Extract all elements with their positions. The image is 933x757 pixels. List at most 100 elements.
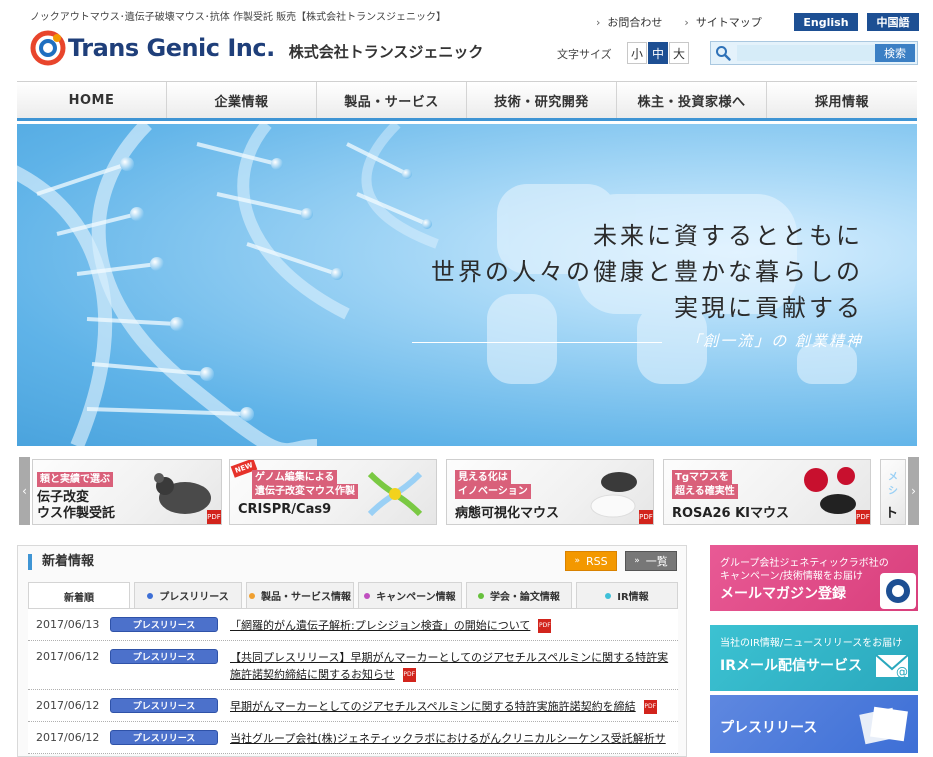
- font-size-medium-button[interactable]: 中: [648, 42, 668, 64]
- news-text: 当社グループ会社(株)ジェネティックラボにおけるがんクリニカルシーケンス受託解析…: [230, 732, 666, 745]
- hero-banner: 未来に資するとともに 世界の人々の健康と豊かな暮らしの 実現に貢献する 「創一流…: [17, 124, 917, 446]
- tab-label: 学会・論文情報: [489, 592, 560, 603]
- news-date: 2017/06/12: [36, 650, 100, 663]
- rose-mouse-icon: [804, 467, 856, 514]
- news-date: 2017/06/12: [36, 731, 100, 744]
- banner-subtitle-2: シ: [888, 486, 898, 497]
- nav-home[interactable]: HOME: [17, 82, 167, 118]
- double-chevron-icon: »: [634, 556, 640, 566]
- banner-visualization-mouse[interactable]: 見える化は イノベーション 病態可視化マウス PDF: [446, 459, 654, 525]
- pdf-icon: PDF: [402, 668, 416, 682]
- search-button[interactable]: 検索: [875, 44, 915, 62]
- pdf-icon: PDF: [643, 700, 657, 714]
- banner-title: ROSA26 KIマウス: [672, 506, 790, 521]
- side-banner-press-release[interactable]: プレスリリース: [710, 695, 918, 753]
- hero-line-3: 実現に貢献する: [674, 294, 863, 322]
- news-list: 2017/06/13 プレスリリース 「網羅的がん遺伝子解析:プレシジョン検査」…: [28, 608, 678, 754]
- news-link[interactable]: 「網羅的がん遺伝子解析:プレシジョン検査」の開始について PDF: [230, 617, 670, 634]
- company-logo[interactable]: Trans Genic Inc. 株式会社トランスジェニック: [30, 30, 483, 66]
- banner-title: CRISPR/Cas9: [238, 502, 332, 517]
- news-text: 早期がんマーカーとしてのジアセチルスペルミンに関する特許実施許諾契約を締結: [230, 700, 636, 713]
- hero-motto: 「創一流」の 創業精神: [686, 332, 863, 350]
- news-tabs: 新着順 プレスリリース 製品・サービス情報 キャンペーン情報 学会・論文情報 I…: [28, 582, 678, 609]
- banner-subtitle-2: イノベーション: [455, 484, 531, 499]
- tab-campaign[interactable]: キャンペーン情報: [357, 582, 462, 608]
- banner-partial[interactable]: メ シ ト: [880, 459, 906, 525]
- tab-conference[interactable]: 学会・論文情報: [465, 582, 572, 608]
- banner-subtitle-1: ゲノム編集による: [252, 470, 338, 485]
- nav-investors[interactable]: 株主・投資家様へ: [617, 82, 767, 118]
- hero-line-2: 世界の人々の健康と豊かな暮らしの: [431, 258, 863, 286]
- carousel-next-button[interactable]: ›: [908, 457, 919, 525]
- banner-subtitle-2: 遺伝子改変マウス作製: [252, 484, 358, 499]
- font-size-small-button[interactable]: 小: [627, 42, 647, 64]
- rss-button[interactable]: » RSS: [565, 551, 617, 571]
- purple-dot-icon: [364, 592, 371, 599]
- banner-subtitle-1: メ: [888, 472, 898, 483]
- font-size-large-button[interactable]: 大: [669, 42, 689, 64]
- mail-icon: @: [875, 654, 909, 679]
- double-chevron-icon: »: [574, 556, 580, 566]
- mouse-photo-icon: [590, 472, 637, 518]
- logo-text-jp: 株式会社トランスジェニック: [288, 42, 484, 61]
- nav-research[interactable]: 技術・研究開発: [467, 82, 617, 118]
- search-input[interactable]: [737, 45, 883, 61]
- news-text: 「網羅的がん遺伝子解析:プレシジョン検査」の開始について: [230, 619, 531, 632]
- orange-dot-icon: [248, 592, 255, 599]
- category-badge: プレスリリース: [110, 649, 218, 664]
- banner-knockout-mouse[interactable]: 頼と実績で選ぶ 伝子改変 ウス作製受託 PDF: [32, 459, 222, 525]
- list-item: 2017/06/13 プレスリリース 「網羅的がん遺伝子解析:プレシジョン検査」…: [28, 609, 678, 641]
- chinese-button[interactable]: 中国語: [867, 13, 919, 31]
- pdf-icon: PDF: [639, 510, 653, 524]
- banner-subtitle-1: Tgマウスを: [672, 470, 732, 485]
- hero-line-1: 未来に資するとともに: [593, 222, 863, 250]
- banner-rosa26[interactable]: Tgマウスを 超える確実性 ROSA26 KIマウス PDF: [663, 459, 871, 525]
- nav-company[interactable]: 企業情報: [167, 82, 317, 118]
- side-banner-title: IRメール配信サービス: [720, 658, 862, 674]
- english-button[interactable]: English: [794, 13, 858, 31]
- list-item: 2017/06/12 プレスリリース 当社グループ会社(株)ジェネティックラボに…: [28, 722, 678, 754]
- banner-crispr[interactable]: NEW ゲノム編集による 遺伝子改変マウス作製 CRISPR/Cas9: [229, 459, 437, 525]
- genetic-lab-logo-icon: [880, 573, 916, 609]
- banner-subtitle: 頼と実績で選ぶ: [37, 472, 113, 487]
- search-box: 検索: [710, 41, 918, 65]
- category-badge: プレスリリース: [110, 617, 218, 632]
- news-link[interactable]: 【共同プレスリリース】早期がんマーカーとしてのジアセチルスペルミンに関する特許実…: [230, 649, 670, 683]
- news-date: 2017/06/13: [36, 618, 100, 631]
- dna-scissors-icon: [367, 471, 423, 517]
- news-list-button[interactable]: » 一覧: [625, 551, 677, 571]
- side-banner-subtitle-1: グループ会社ジェネティックラボ社の: [720, 558, 889, 569]
- news-title: 新着情報: [28, 554, 94, 570]
- news-date: 2017/06/12: [36, 699, 100, 712]
- tab-label: プレスリリース: [159, 592, 229, 603]
- banner-subtitle-2: 超える確実性: [672, 484, 738, 499]
- contact-link[interactable]: お問合わせ: [596, 14, 662, 30]
- green-dot-icon: [477, 592, 484, 599]
- tab-label: IR情報: [617, 592, 649, 603]
- nav-products[interactable]: 製品・サービス: [317, 82, 467, 118]
- news-section: 新着情報 » RSS » 一覧 新着順 プレスリリース 製品・サービス情報 キャ…: [17, 545, 687, 757]
- nav-recruit[interactable]: 採用情報: [767, 82, 917, 118]
- sitemap-link[interactable]: サイトマップ: [684, 14, 762, 30]
- banner-title-line-2: ウス作製受託: [37, 506, 116, 521]
- side-banner-subtitle-2: キャンペーン/技術情報をお届け: [720, 571, 863, 582]
- list-label: 一覧: [645, 555, 668, 568]
- mouse-photo-icon: [154, 473, 211, 514]
- news-link[interactable]: 早期がんマーカーとしてのジアセチルスペルミンに関する特許実施許諾契約を締結 PDF: [230, 698, 670, 715]
- pdf-icon: PDF: [856, 510, 870, 524]
- side-banner-mail-magazine[interactable]: グループ会社ジェネティックラボ社の キャンペーン/技術情報をお届け メールマガジ…: [710, 545, 918, 611]
- carousel-prev-button[interactable]: ‹: [19, 457, 30, 525]
- tab-press-release[interactable]: プレスリリース: [134, 582, 242, 608]
- chevron-left-icon: ‹: [22, 484, 27, 498]
- news-link[interactable]: 当社グループ会社(株)ジェネティックラボにおけるがんクリニカルシーケンス受託解析…: [230, 730, 670, 747]
- category-badge: プレスリリース: [110, 698, 218, 713]
- tab-latest[interactable]: 新着順: [28, 582, 131, 609]
- banner-title: 病態可視化マウス: [455, 506, 560, 521]
- rss-label: RSS: [585, 554, 608, 568]
- side-banner-ir-mail[interactable]: 当社のIR情報/ニュースリリースをお届け IRメール配信サービス @: [710, 625, 918, 691]
- font-size-label: 文字サイズ: [557, 48, 612, 61]
- tab-label: キャンペーン情報: [376, 592, 456, 603]
- banner-title: ト: [885, 506, 899, 521]
- tab-ir[interactable]: IR情報: [575, 582, 678, 608]
- tab-product-info[interactable]: 製品・サービス情報: [246, 582, 354, 608]
